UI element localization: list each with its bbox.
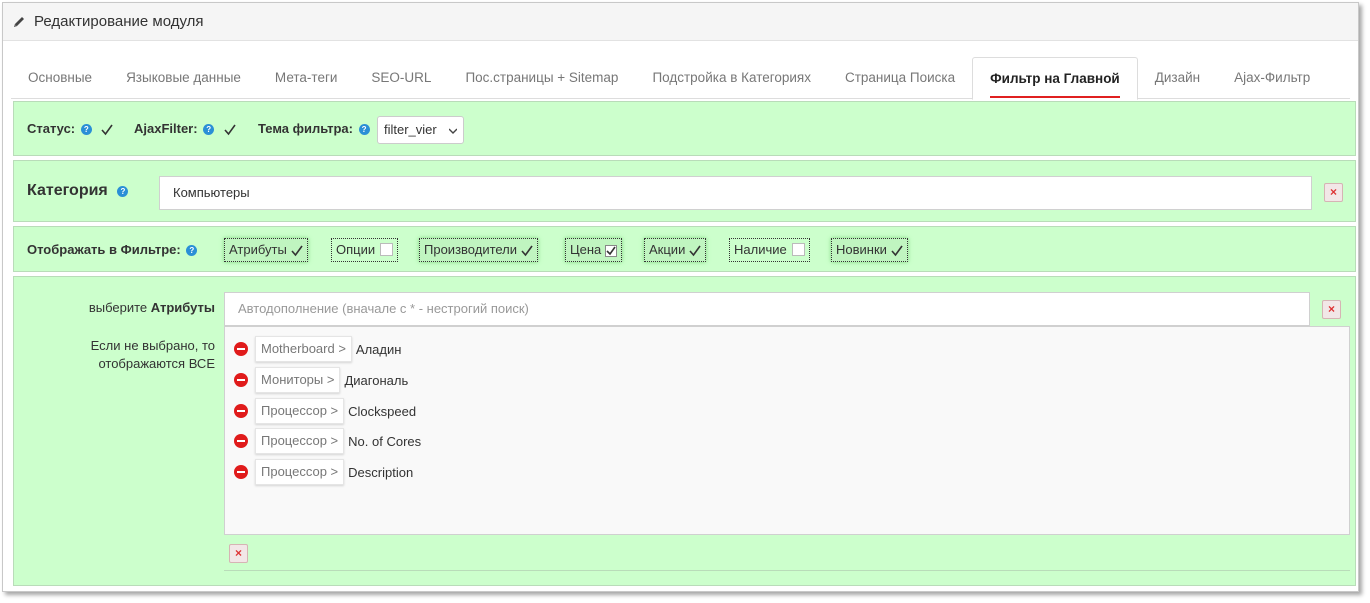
attributes-label-prefix: выберите bbox=[88, 300, 148, 315]
attribute-autocomplete-input[interactable]: Автодополнение (вначале с * - нестрогий … bbox=[224, 292, 1310, 326]
remove-icon[interactable] bbox=[234, 434, 248, 448]
display-row: Отображать в Фильтре: ? Атрибуты Опции П… bbox=[13, 226, 1356, 272]
attribute-item: Motherboard > Аладин bbox=[234, 336, 401, 362]
attributes-label-bold: Атрибуты bbox=[150, 300, 215, 315]
filter-option-label: Новинки bbox=[836, 242, 887, 257]
theme-select[interactable]: filter_vier bbox=[377, 116, 464, 144]
help-icon[interactable]: ? bbox=[203, 124, 215, 136]
checkbox-empty bbox=[380, 243, 394, 257]
tab-bar: Основные Языковые данные Мета-теги SEO-U… bbox=[11, 57, 1350, 100]
attribute-name: No. of Cores bbox=[348, 433, 422, 449]
category-label: Категория bbox=[27, 182, 108, 199]
tab-basic[interactable]: Основные bbox=[11, 57, 109, 99]
module-edit-panel: Редактирование модуля Основные Языковые … bbox=[2, 2, 1359, 592]
attribute-name: Description bbox=[348, 464, 414, 480]
checkmark-icon bbox=[689, 245, 701, 256]
status-checkbox[interactable] bbox=[101, 124, 114, 136]
help-icon[interactable]: ? bbox=[186, 245, 198, 257]
category-value: Компьютеры bbox=[173, 185, 250, 200]
remove-icon[interactable] bbox=[234, 373, 248, 387]
filter-option-price[interactable]: Цена bbox=[565, 238, 623, 262]
filter-option-label: Цена bbox=[570, 242, 602, 257]
attribute-name: Clockspeed bbox=[348, 403, 417, 419]
attributes-remove-all-button[interactable]: × bbox=[229, 544, 248, 563]
theme-label: Тема фильтра: bbox=[258, 121, 353, 136]
tab-meta[interactable]: Мета-теги bbox=[258, 57, 355, 99]
checkbox-empty bbox=[791, 243, 805, 257]
filter-option-promos[interactable]: Акции bbox=[644, 238, 707, 262]
selected-attributes-list: Motherboard > Аладин Мониторы > Диагонал… bbox=[224, 326, 1350, 535]
divider bbox=[224, 570, 1350, 571]
attribute-group: Мониторы > bbox=[255, 367, 341, 393]
help-icon[interactable]: ? bbox=[117, 186, 129, 198]
category-input[interactable]: Компьютеры bbox=[159, 176, 1312, 210]
help-icon[interactable]: ? bbox=[80, 124, 92, 136]
theme-setting: Тема фильтра: ? bbox=[258, 121, 370, 136]
attribute-name: Диагональ bbox=[344, 372, 409, 388]
attribute-group: Процессор > bbox=[255, 398, 345, 424]
tab-home-filter[interactable]: Фильтр на Главной bbox=[972, 57, 1138, 100]
tab-design[interactable]: Дизайн bbox=[1138, 57, 1217, 99]
attribute-item: Процессор > Description bbox=[234, 459, 413, 485]
filter-option-label: Опции bbox=[336, 242, 376, 257]
attributes-label: выберите Атрибуты bbox=[89, 300, 215, 315]
help-icon[interactable]: ? bbox=[358, 124, 370, 136]
theme-select-value: filter_vier bbox=[384, 122, 437, 137]
attribute-group: Motherboard > bbox=[255, 336, 352, 362]
attribute-group: Процессор > bbox=[255, 459, 345, 485]
category-row: Категория ? Компьютеры × bbox=[13, 160, 1356, 222]
attributes-row: выберите Атрибуты Если не выбрано, то от… bbox=[13, 276, 1356, 586]
status-setting: Статус: ? bbox=[27, 121, 114, 136]
filter-option-attributes[interactable]: Атрибуты bbox=[224, 238, 308, 262]
checkmark-icon bbox=[891, 245, 903, 256]
category-remove-button[interactable]: × bbox=[1324, 183, 1343, 202]
display-label: Отображать в Фильтре: bbox=[27, 242, 181, 257]
filter-option-options[interactable]: Опции bbox=[331, 238, 399, 262]
attribute-item: Процессор > Clockspeed bbox=[234, 398, 416, 424]
filter-option-label: Производители bbox=[424, 242, 518, 257]
category-label-wrap: Категория ? bbox=[27, 182, 129, 200]
attributes-clear-input-button[interactable]: × bbox=[1322, 300, 1341, 319]
remove-icon[interactable] bbox=[234, 404, 248, 418]
filter-option-availability[interactable]: Наличие bbox=[729, 238, 810, 262]
checkmark-icon bbox=[291, 245, 303, 256]
ajaxfilter-label: AjaxFilter: bbox=[134, 121, 198, 136]
remove-icon[interactable] bbox=[234, 342, 248, 356]
checkmark-icon bbox=[521, 245, 533, 256]
tab-seo-url[interactable]: SEO-URL bbox=[354, 57, 448, 99]
tab-language[interactable]: Языковые данные bbox=[109, 57, 258, 99]
attribute-autocomplete-placeholder: Автодополнение (вначале с * - нестрогий … bbox=[238, 301, 529, 316]
remove-icon[interactable] bbox=[234, 465, 248, 479]
attribute-item: Мониторы > Диагональ bbox=[234, 367, 408, 393]
attribute-item: Процессор > No. of Cores bbox=[234, 428, 421, 454]
attribute-name: Аладин bbox=[355, 341, 402, 357]
filter-option-label: Атрибуты bbox=[229, 242, 287, 257]
tab-search-page[interactable]: Страница Поиска bbox=[828, 57, 972, 99]
status-label: Статус: bbox=[27, 121, 76, 136]
attribute-group: Процессор > bbox=[255, 428, 345, 454]
ajaxfilter-setting: AjaxFilter: ? bbox=[134, 121, 236, 136]
tab-ajax-filter[interactable]: Ajax-Фильтр bbox=[1217, 57, 1327, 99]
panel-heading: Редактирование модуля bbox=[3, 3, 1358, 41]
tab-categories[interactable]: Подстройка в Категориях bbox=[635, 57, 828, 99]
filter-option-label: Наличие bbox=[734, 242, 787, 257]
attributes-hint: Если не выбрано, то отображаются ВСЕ bbox=[90, 338, 215, 371]
display-label-wrap: Отображать в Фильтре: ? bbox=[27, 242, 198, 257]
ajaxfilter-checkbox[interactable] bbox=[224, 124, 236, 136]
filter-option-label: Акции bbox=[649, 242, 686, 257]
checkbox-checked-icon bbox=[605, 244, 618, 257]
tab-sitemap[interactable]: Пос.страницы + Sitemap bbox=[448, 57, 635, 99]
filter-option-new[interactable]: Новинки bbox=[831, 238, 908, 262]
pencil-icon bbox=[14, 16, 24, 27]
filter-option-manufacturers[interactable]: Производители bbox=[419, 238, 539, 262]
settings-row: Статус: ? AjaxFilter: ? Тема фильтра: ? … bbox=[13, 101, 1356, 156]
page-title: Редактирование модуля bbox=[34, 13, 204, 30]
chevron-down-icon bbox=[449, 128, 457, 134]
